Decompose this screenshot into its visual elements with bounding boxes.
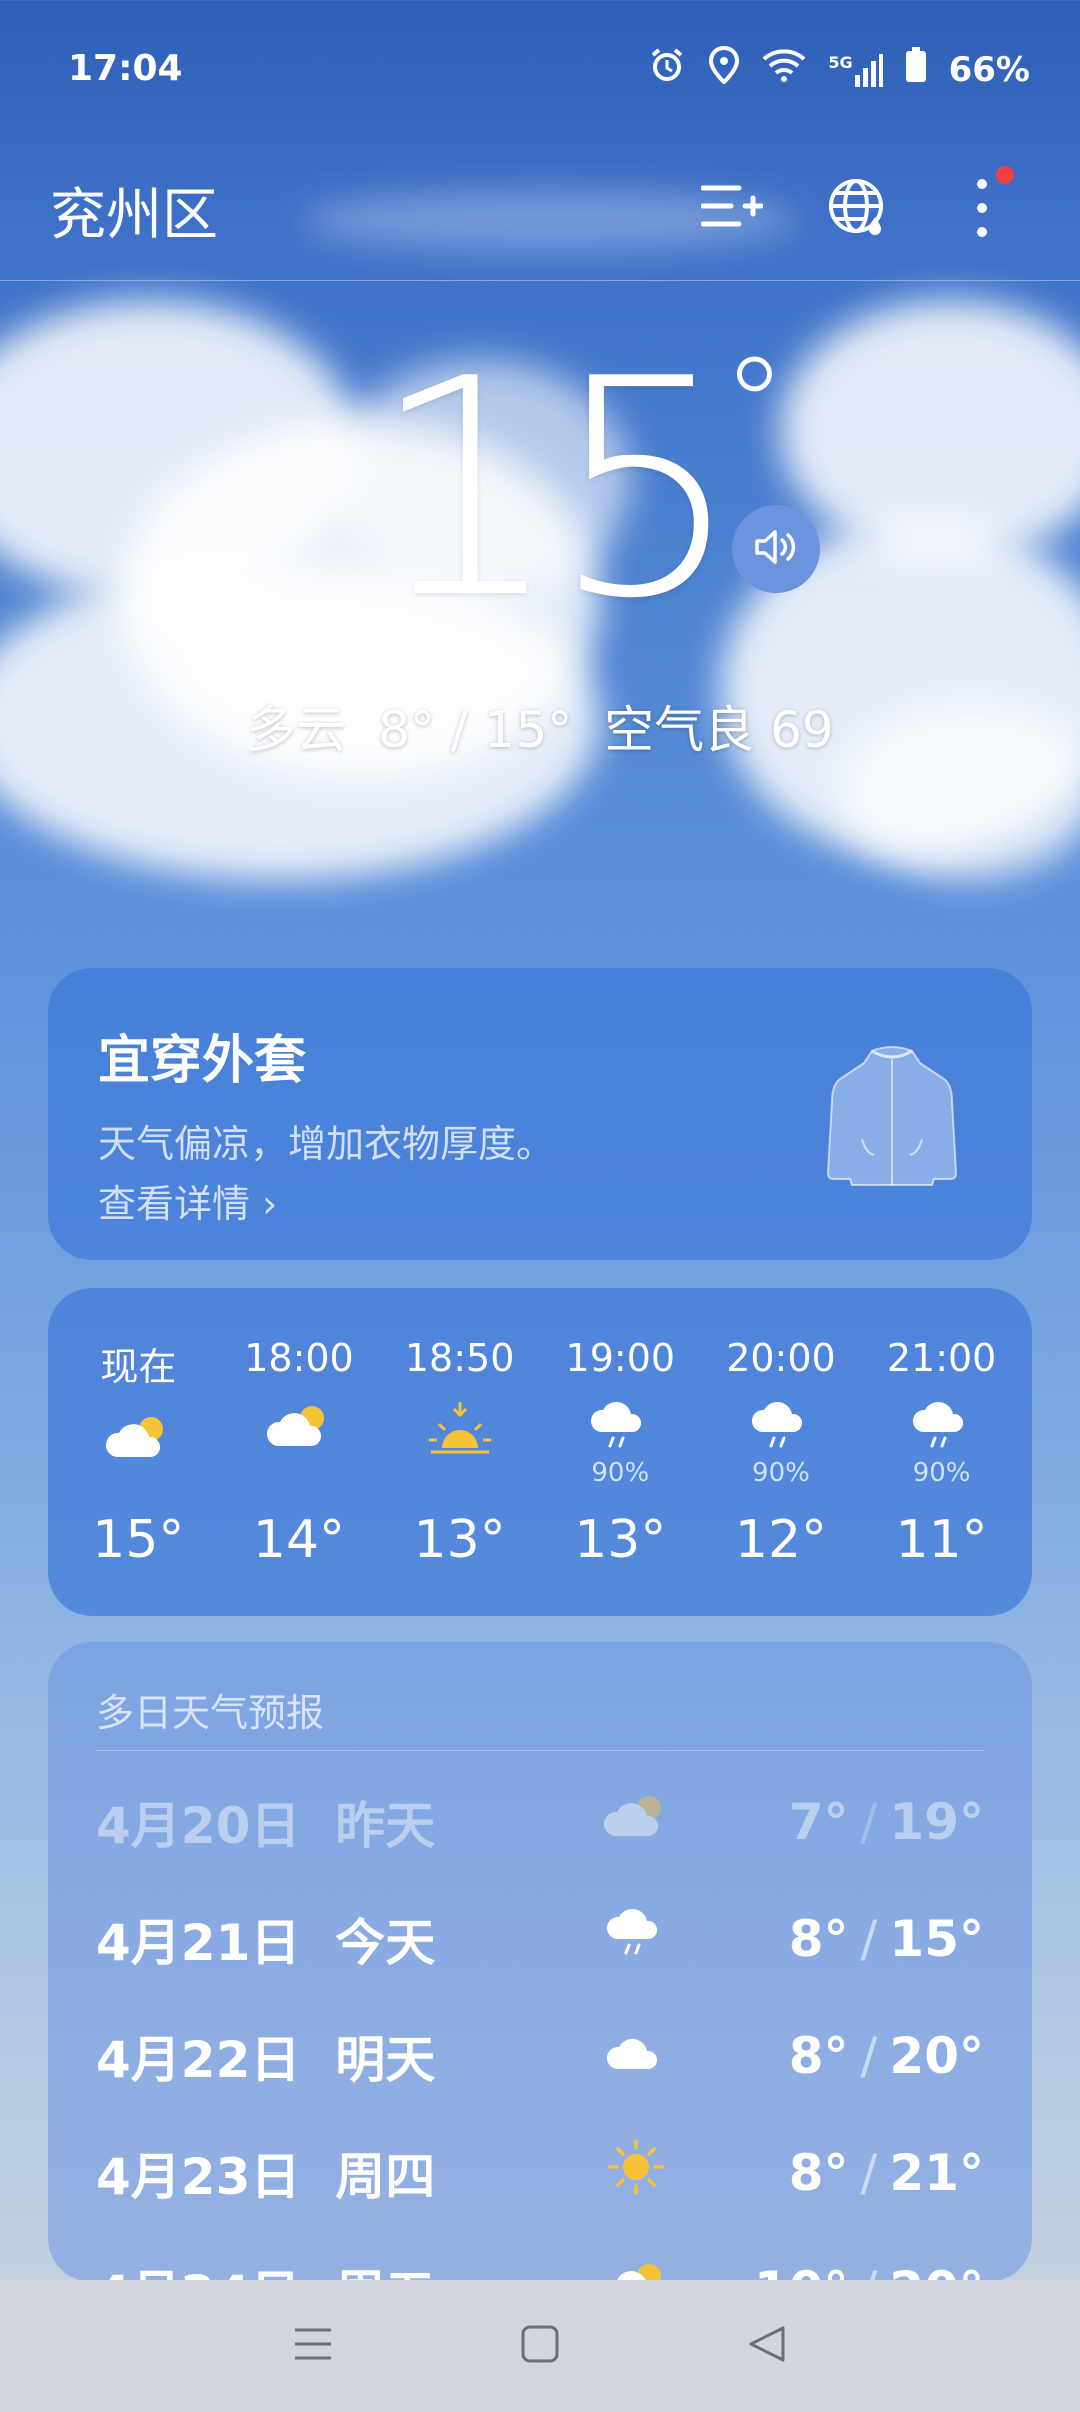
hour-label: 21:00 [886,1336,997,1380]
hourly-forecast-card[interactable]: 现在 15° 18:00 14° 18:50 13° 19:00 90% 13°… [48,1288,1032,1616]
hour-label: 18:00 [244,1336,354,1380]
menu-nav-button[interactable] [293,2326,333,2366]
network-type-label: 5G [828,52,853,72]
hour-temp: 15° [92,1510,185,1570]
battery-level: 66% [948,49,1030,90]
temp-range: 8° / 15° [378,701,573,759]
list-add-icon [700,180,764,240]
city-name[interactable]: 兖州区 [50,170,218,251]
cloud-icon [605,2027,667,2085]
hour-label: 18:50 [404,1336,515,1380]
day-date: 4月21日 [96,1914,301,1972]
voice-broadcast-button[interactable] [732,505,820,593]
top-bar: 兖州区 [0,160,1080,281]
status-time: 17:04 [68,48,183,89]
alarm-icon [648,46,686,93]
more-vertical-icon [972,176,992,244]
rain-icon [605,1907,667,1971]
signal-icon: 5G [828,52,883,87]
clothing-advice-card[interactable]: 宜穿外套 天气偏凉，增加衣物厚度。 查看详情 › [48,968,1032,1260]
rain-icon [589,1400,651,1456]
degree-symbol: ° [722,329,787,481]
rain-icon [911,1400,973,1456]
partly-cloudy-icon [601,1790,671,1854]
notification-dot [996,166,1014,184]
manage-cities-button[interactable] [692,170,772,250]
weather-summary: 多云 8° / 15° 空气良 69 [0,690,1080,762]
day-date: 4月20日 [96,1797,301,1855]
hour-temp: 13° [413,1510,506,1570]
high-temp: 21° [889,2144,984,2202]
partly-cloudy-icon [264,1400,334,1456]
air-quality[interactable]: 空气良 69 [604,701,834,759]
low-temp: 8° [788,1910,849,1968]
jacket-icon [822,1043,962,1197]
sun-icon [606,2137,666,2209]
home-nav-button[interactable] [520,2324,560,2368]
status-icons: 5G 66% [648,45,1030,93]
hour-label: 现在 [100,1345,177,1389]
status-bar: 17:04 5G 66% [0,0,1080,140]
daily-row[interactable]: 4月20日 昨天 7°/19° [96,1767,984,1877]
daily-row[interactable]: 4月22日 明天 8°/20° [96,2001,984,2111]
hour-temp: 13° [574,1510,667,1570]
clothing-description: 天气偏凉，增加衣物厚度。 [98,1122,555,1166]
day-name: 明天 [335,2031,436,2089]
back-nav-button[interactable] [747,2324,787,2368]
view-details-link[interactable]: 查看详情 › [98,1173,277,1228]
day-name: 今天 [335,1914,436,1972]
daily-row[interactable]: 4月24日 周五 10°/20° [96,2235,984,2282]
globe-button[interactable] [818,170,898,250]
high-temp: 20° [889,2261,984,2282]
day-date: 4月22日 [96,2031,301,2089]
system-navigation-bar [0,2280,1080,2412]
rain-icon [750,1400,812,1456]
precipitation-chance: 90% [912,1458,971,1488]
hourly-item: 21:00 90% 11° [867,1288,1017,1616]
high-temp: 20° [889,2027,984,2085]
hourly-item: 19:00 90% 13° [545,1288,695,1616]
wifi-icon [762,48,806,91]
low-temp: 7° [788,1793,849,1851]
battery-icon [905,47,927,92]
hour-temp: 14° [252,1510,346,1570]
condition-text: 多云 [246,701,347,759]
partly-cloudy-icon [103,1411,173,1467]
daily-row[interactable]: 4月23日 周四 8°/21° [96,2118,984,2228]
hourly-item: 18:00 14° [224,1288,374,1616]
hourly-item: 18:50 13° [385,1288,535,1616]
location-icon [708,45,740,93]
clothing-title: 宜穿外套 [98,1031,307,1091]
hourly-item: 20:00 90% 12° [706,1288,856,1616]
precipitation-chance: 90% [591,1458,650,1488]
high-temp: 19° [889,1793,984,1851]
day-date: 4月23日 [96,2148,301,2206]
current-temperature: 15 [370,315,742,664]
hourly-item: 现在 15° [63,1288,213,1616]
hour-label: 20:00 [726,1336,836,1380]
globe-icon [827,177,889,243]
daily-row[interactable]: 4月21日 今天 8°/15° [96,1884,984,1994]
daily-title: 多日天气预报 [96,1691,325,1735]
hour-temp: 11° [895,1510,988,1570]
speaker-icon [753,527,799,571]
high-temp: 15° [889,1910,984,1968]
day-name: 周四 [335,2148,436,2206]
divider [96,1750,984,1751]
day-name: 昨天 [335,1797,436,1855]
daily-forecast-card[interactable]: 多日天气预报 4月20日 昨天 7°/19° 4月21日 今天 8°/15° 4… [48,1642,1032,2282]
sunset-icon [425,1400,495,1468]
low-temp: 10° [754,2261,849,2282]
more-options-button[interactable] [942,166,1022,250]
precipitation-chance: 90% [752,1458,810,1488]
hour-temp: 12° [734,1510,828,1570]
low-temp: 8° [788,2144,849,2202]
low-temp: 8° [788,2027,849,2085]
hour-label: 19:00 [565,1336,676,1380]
partly-cloudy-icon [601,2258,671,2282]
